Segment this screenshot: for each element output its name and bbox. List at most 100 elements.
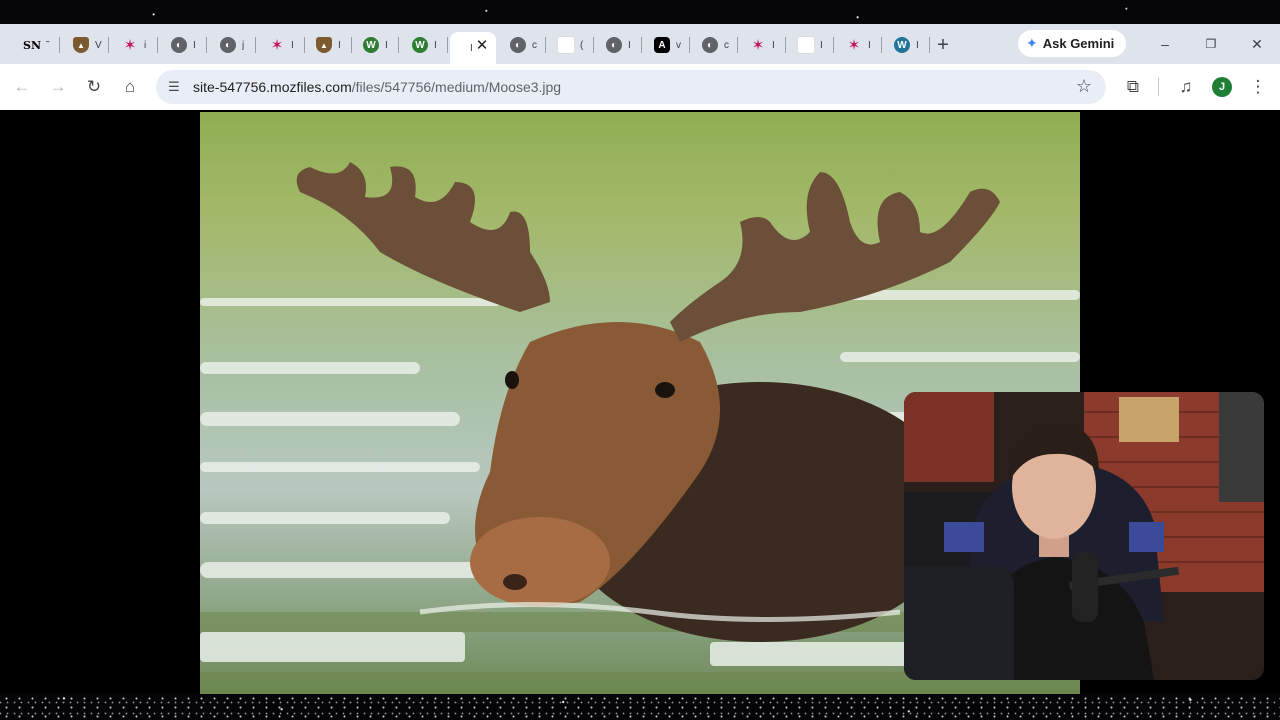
gemini-sparkle-icon: ✦ (1026, 35, 1038, 51)
wordpress-icon: W (363, 37, 379, 53)
pinwheel-icon: ✶ (751, 37, 765, 54)
browser-tab[interactable]: ◐ I (161, 32, 207, 58)
wordpress-icon: W (412, 37, 428, 53)
ask-gemini-button[interactable]: ✦ Ask Gemini (1018, 30, 1126, 57)
hexagon-logo-icon: A (654, 37, 670, 53)
home-icon[interactable]: ⌂ (119, 76, 141, 98)
restore-button[interactable]: ❐ (1200, 34, 1222, 54)
tab-separator (593, 37, 594, 53)
tab-separator (929, 37, 930, 53)
tab-title-fragment: i (144, 39, 147, 51)
close-window-button[interactable]: ✕ (1246, 34, 1268, 54)
browser-tab[interactable]: ( (548, 32, 594, 58)
tab-title-fragment: c (532, 39, 537, 51)
tab-separator (737, 37, 738, 53)
close-tab-icon[interactable]: ✕ (474, 38, 490, 54)
toolbar-divider (1158, 78, 1159, 96)
tab-separator (157, 37, 158, 53)
tab-title-fragment: I (338, 39, 341, 51)
browser-tab[interactable]: ▲ I (306, 32, 352, 58)
tab-separator (833, 37, 834, 53)
blank-page-icon (798, 37, 814, 53)
tab-title-fragment: I (772, 39, 775, 51)
browser-tab[interactable]: ✶ I (836, 32, 882, 58)
pinwheel-icon: ✶ (123, 37, 137, 54)
active-tab-icon (460, 40, 464, 56)
tab-separator (398, 37, 399, 53)
url-host: site-547756.mozfiles.com (193, 79, 352, 95)
menu-icon[interactable]: ⋮ (1247, 76, 1269, 98)
wordpress-icon: W (894, 37, 910, 53)
browser-tab[interactable]: I ✕ (450, 32, 496, 64)
browser-tab[interactable]: I (788, 32, 834, 58)
url-text[interactable]: site-547756.mozfiles.com/files/547756/me… (193, 79, 561, 95)
browser-tab[interactable]: ✶ i (112, 32, 158, 58)
tab-title-fragment: I (291, 39, 294, 51)
minimize-button[interactable]: – (1154, 34, 1176, 54)
tab-title-fragment: I (868, 39, 871, 51)
tab-title-fragment: I (916, 39, 919, 51)
tab-title-fragment: v (676, 39, 681, 51)
tab-title-fragment: V (95, 39, 102, 51)
tab-title-fragment: ˜ (46, 39, 50, 51)
browser-tab[interactable]: ✶ I (740, 32, 786, 58)
tab-strip: + ✦ Ask Gemini – ❐ ✕ SN ˜ ▲ V ✶ i ◐ I ◐ j ✶ I ▲ I W I W I… (0, 24, 1280, 64)
search-tabs-icon[interactable]: ⧉ (1122, 76, 1144, 98)
tab-separator (689, 37, 690, 53)
tab-separator (641, 37, 642, 53)
tab-title-fragment: I (820, 39, 823, 51)
browser-tab[interactable]: ✶ I (259, 32, 305, 58)
tab-title-fragment: I (628, 39, 631, 51)
browser-tab[interactable]: SN ˜ (14, 32, 60, 58)
profile-avatar[interactable]: J (1212, 77, 1232, 97)
tab-separator (785, 37, 786, 53)
pinwheel-icon: ✶ (847, 37, 861, 54)
browser-tab[interactable]: WI (884, 32, 930, 58)
tab-separator (881, 37, 882, 53)
starfield-strip (0, 694, 1280, 720)
tab-separator (304, 37, 305, 53)
globe-icon: ◐ (510, 37, 526, 53)
tab-separator (206, 37, 207, 53)
pinwheel-icon: ✶ (270, 37, 284, 54)
ask-gemini-label: Ask Gemini (1042, 36, 1115, 51)
park-badge-icon: ▲ (73, 37, 89, 53)
globe-icon: ◐ (606, 37, 622, 53)
tab-title-fragment: j (242, 39, 245, 51)
browser-tab[interactable]: WI (402, 32, 448, 58)
browser-tab[interactable]: WI (353, 32, 399, 58)
park-badge-icon: ▲ (316, 37, 332, 53)
back-icon[interactable]: ← (11, 76, 33, 98)
tab-title-fragment: I (385, 39, 388, 51)
bookmark-star-icon[interactable]: ☆ (1076, 76, 1092, 97)
browser-tab[interactable]: ▲ V (63, 32, 109, 58)
tab-title-fragment: c (724, 39, 729, 51)
address-bar[interactable]: ☰ site-547756.mozfiles.com/files/547756/… (156, 70, 1106, 104)
blank-page-icon (558, 37, 574, 53)
tab-separator (351, 37, 352, 53)
globe-icon: ◐ (220, 37, 236, 53)
tab-separator (59, 37, 60, 53)
tab-title-fragment: I (434, 39, 437, 51)
new-tab-button[interactable]: + (932, 34, 954, 56)
globe-icon: ◐ (702, 37, 718, 53)
globe-icon: ◐ (171, 37, 187, 53)
site-info-icon[interactable]: ☰ (164, 77, 184, 97)
webcam-overlay (904, 392, 1264, 680)
tab-separator (545, 37, 546, 53)
tab-title-fragment: I (193, 39, 196, 51)
forward-icon[interactable]: → (47, 76, 69, 98)
reload-icon[interactable]: ↻ (83, 76, 105, 98)
browser-tab[interactable]: ◐ j (210, 32, 256, 58)
sn-logo-icon: SN (23, 38, 41, 52)
tab-separator (255, 37, 256, 53)
tab-title-fragment: ( (580, 39, 584, 51)
browser-tab[interactable]: ◐ c (500, 32, 546, 58)
tab-separator (108, 37, 109, 53)
browser-tab[interactable]: ◐ I (596, 32, 642, 58)
media-controls-icon[interactable]: ♫ (1175, 76, 1197, 98)
browser-tab[interactable]: Av (644, 32, 690, 58)
url-path: /files/547756/medium/Moose3.jpg (351, 79, 562, 95)
browser-tab[interactable]: ◐ c (692, 32, 738, 58)
tab-separator (447, 37, 448, 53)
